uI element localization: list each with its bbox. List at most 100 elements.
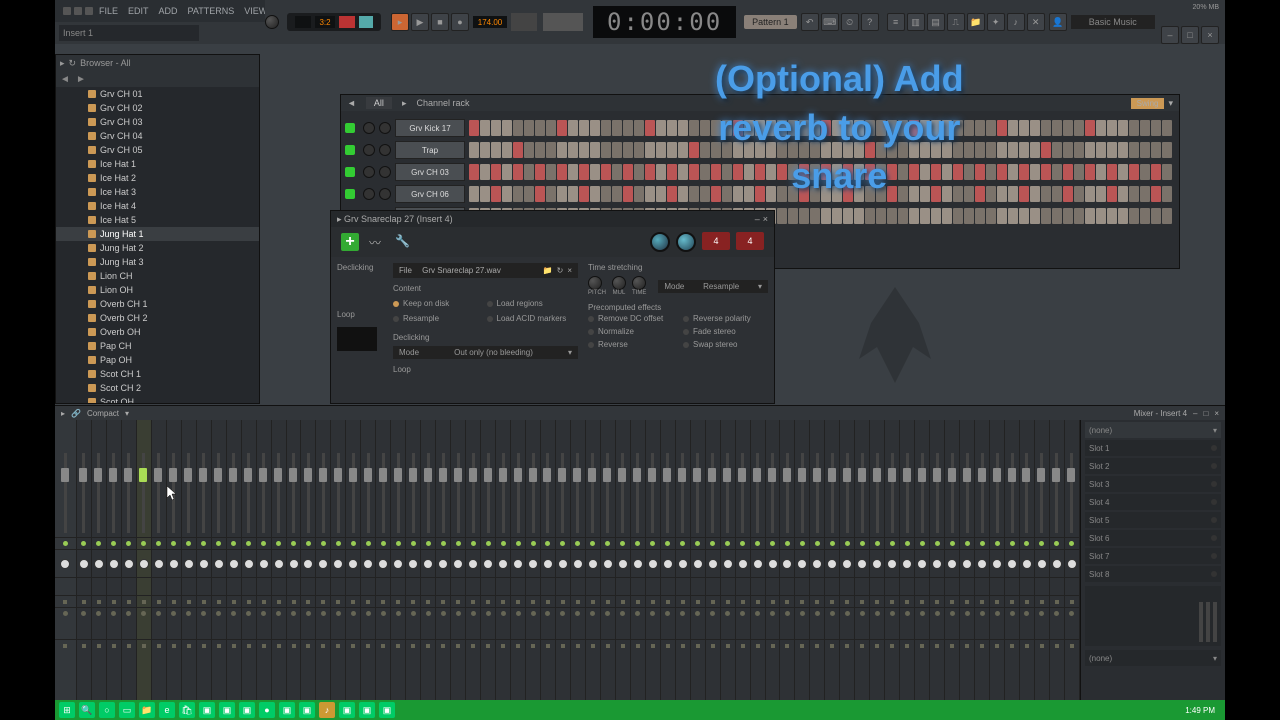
waveform-preview[interactable] [337,327,377,351]
browser-item[interactable]: Grv CH 05 [56,143,259,157]
browser-list[interactable]: Grv CH 01Grv CH 02Grv CH 03Grv CH 04Grv … [56,87,259,403]
envelope-tab-icon[interactable]: 〰 [369,234,385,250]
browser-item[interactable]: Ice Hat 1 [56,157,259,171]
mixer-insert-track[interactable] [137,420,152,700]
browser-item[interactable]: Pap OH [56,353,259,367]
search-icon[interactable]: 🔍 [79,702,95,718]
app4-icon[interactable]: ▣ [279,702,295,718]
channel-pan[interactable] [363,166,375,178]
browser-item[interactable]: Overb CH 2 [56,311,259,325]
channel-mute-led[interactable] [345,145,355,155]
ts-mul-knob[interactable] [612,276,626,290]
keep-on-disk-option[interactable]: Keep on disk [403,299,449,308]
mixer-insert-track[interactable] [92,420,107,700]
explorer-icon[interactable]: 📁 [139,702,155,718]
mixer-insert-track[interactable] [885,420,900,700]
channel-mute-led[interactable] [345,123,355,133]
mixer-insert-track[interactable] [736,420,751,700]
precomp-option[interactable]: Normalize [598,327,634,336]
app5-icon[interactable]: ▣ [299,702,315,718]
reload-icon[interactable]: ↻ [557,266,564,275]
pitch-knob[interactable] [265,15,279,29]
mixer-insert-track[interactable] [287,420,302,700]
mixer-insert-track[interactable] [481,420,496,700]
mixer-insert-track[interactable] [526,420,541,700]
channel-pan[interactable] [363,144,375,156]
stop-button[interactable]: ■ [431,13,449,31]
channel-button[interactable]: Grv CH 03 [395,163,465,181]
browser-item[interactable]: Pap CH [56,339,259,353]
mixer-icon[interactable]: ⎍ [947,13,965,31]
app2-icon[interactable]: ▣ [219,702,235,718]
mixer-insert-track[interactable] [825,420,840,700]
ts-mode-select[interactable]: Resample [703,282,739,291]
mixer-insert-track[interactable] [242,420,257,700]
rack-group-select[interactable]: All [366,97,392,109]
mixer-insert-track[interactable] [631,420,646,700]
browser-item[interactable]: Jung Hat 3 [56,255,259,269]
taskbar-clock[interactable]: 1:49 PM [1179,706,1221,715]
browser-back-icon[interactable]: ◄ [60,74,70,84]
typing-kb-icon[interactable]: ⌨ [821,13,839,31]
channel-button[interactable]: Grv CH 06 [395,185,465,203]
mixer-insert-track[interactable] [421,420,436,700]
mixer-insert-track[interactable] [721,420,736,700]
snap-select[interactable] [543,13,583,31]
mixer-insert-track[interactable] [975,420,990,700]
fx-slot[interactable]: Slot 3 [1085,476,1221,492]
mixer-insert-track[interactable] [915,420,930,700]
sample-filename[interactable]: Grv Snareclap 27.wav [422,266,501,275]
mixer-insert-track[interactable] [840,420,855,700]
close-all-icon[interactable]: ✕ [1027,13,1045,31]
channel-mute-led[interactable] [345,189,355,199]
record-button[interactable]: ● [451,13,469,31]
channel-vol[interactable] [379,122,391,134]
browser-item[interactable]: Grv CH 03 [56,115,259,129]
window-controls[interactable] [63,7,93,15]
channel-mute-led[interactable] [345,167,355,177]
rec-icon[interactable] [339,16,355,28]
pattern-selector[interactable]: Pattern 1 [744,15,797,29]
app3-icon[interactable]: ▣ [239,702,255,718]
mixer-insert-track[interactable] [346,420,361,700]
mixer-insert-track[interactable] [930,420,945,700]
channel-pan[interactable] [363,122,375,134]
app7-icon[interactable]: ▣ [359,702,375,718]
time-display[interactable]: 0:00:00 [593,6,736,38]
mixer-insert-track[interactable] [331,420,346,700]
undo-icon[interactable]: ↶ [801,13,819,31]
fx-slot[interactable]: Slot 1 [1085,440,1221,456]
precomp-option[interactable]: Remove DC offset [598,314,663,323]
browser-item[interactable]: Jung Hat 2 [56,241,259,255]
mixer-insert-track[interactable] [361,420,376,700]
mixer-insert-track[interactable] [766,420,781,700]
windows-taskbar[interactable]: ⊞ 🔍 ○ ▭ 📁 e 🛍 ▣ ▣ ▣ ● ▣ ▣ ♪ ▣ ▣ ▣ 1:49 P… [55,700,1225,720]
rack-options-icon[interactable]: ▾ [1168,98,1173,109]
mixer-link-icon[interactable]: 🔗 [71,409,81,418]
load-regions-option[interactable]: Load regions [497,299,543,308]
eq-display[interactable] [1085,586,1221,646]
browser-item[interactable]: Scot OH [56,395,259,403]
fx-input-select[interactable]: (none)▾ [1085,422,1221,438]
mixer-insert-track[interactable] [616,420,631,700]
channel-pan[interactable] [363,188,375,200]
resample-option[interactable]: Resample [403,314,439,323]
app6-icon[interactable]: ▣ [339,702,355,718]
mixer-close-icon[interactable]: × [1214,409,1219,418]
store-icon[interactable]: 🛍 [179,702,195,718]
app1-icon[interactable]: ▣ [199,702,215,718]
mixer-insert-track[interactable] [646,420,661,700]
channel-vol[interactable] [379,144,391,156]
mixer-insert-track[interactable] [257,420,272,700]
edge-icon[interactable]: e [159,702,175,718]
mixer-min-icon[interactable]: – [1193,409,1197,418]
tempo-tap-icon[interactable]: ♪ [1007,13,1025,31]
misc-tab-icon[interactable]: 🔧 [395,234,411,250]
menu-edit[interactable]: EDIT [124,6,153,16]
mixer-insert-track[interactable] [945,420,960,700]
mixer-insert-track[interactable] [107,420,122,700]
mixer-insert-track[interactable] [586,420,601,700]
precomp-option[interactable]: Fade stereo [693,327,736,336]
wait-icon[interactable]: ⏲ [841,13,859,31]
remove-icon[interactable]: × [567,266,572,275]
